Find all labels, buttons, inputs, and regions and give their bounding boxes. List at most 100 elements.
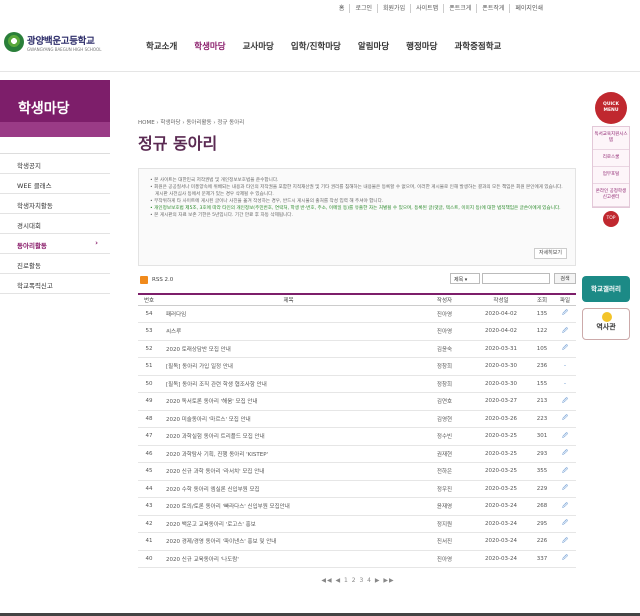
history-banner[interactable]: 역사관 (582, 308, 630, 340)
sidebar-item-notice[interactable]: 학생공지 (0, 154, 110, 174)
cell-author: 김영현 (417, 410, 472, 428)
cell-title[interactable]: 2020 과학탐사 기획, 진행 동아리 'KISTEP' (160, 445, 417, 463)
util-login-link[interactable]: 로그인 (349, 4, 377, 13)
cell-file[interactable]: 🖉 (554, 550, 576, 568)
sidebar-item-career[interactable]: 진로활동 (0, 254, 110, 274)
quick-item-portal[interactable]: 업무포털 (593, 167, 629, 184)
util-font-down-link[interactable]: 폰트작게 (476, 4, 509, 13)
util-font-up-link[interactable]: 폰트크게 (443, 4, 476, 13)
cell-number: 49 (138, 392, 160, 411)
util-home-link[interactable]: 홈 (334, 4, 350, 13)
table-row[interactable]: 42 2020 백운고 교육동아리 '로고스' 홍보 정지원 2020-03-24 29… (138, 515, 576, 533)
util-join-link[interactable]: 회원가입 (377, 4, 410, 13)
cell-title[interactable]: 패러다임 (160, 305, 417, 323)
sidebar-item-wee[interactable]: WEE 클래스 (0, 174, 110, 194)
cell-file[interactable]: - (554, 357, 576, 376)
cell-file[interactable]: 🖉 (554, 497, 576, 516)
cell-title[interactable]: [필독] 동아리 조직 관련 학생 협조사항 안내 (160, 375, 417, 393)
cell-title[interactable]: 2020 신규 교육동아리 '나도람' (160, 550, 417, 568)
table-row[interactable]: 46 2020 과학탐사 기획, 진행 동아리 'KISTEP' 권재현 2020-0… (138, 445, 576, 463)
cell-title[interactable]: 2020 미술동아리 '마르스' 모집 안내 (160, 410, 417, 428)
cell-title[interactable]: 2020 백운고 교육동아리 '로고스' 홍보 (160, 515, 417, 533)
nav-admin[interactable]: 행정마당 (406, 40, 437, 52)
cell-file[interactable]: - (554, 375, 576, 393)
quick-menu-list: 독서교육지원시스템 리로스쿨 업무포털 온라인 공정학생 신고센터 (592, 126, 630, 208)
table-row[interactable]: 44 2020 수학 동아리 엠실론 신입부원 모집 정우진 2020-03-25 22… (138, 480, 576, 498)
sidebar-item-violence-report[interactable]: 학교폭력신고 (0, 274, 110, 294)
main-nav: 학교소개 학생마당 교사마당 입학/진학마당 알림마당 행정마당 과학중점학교 (146, 40, 518, 52)
gallery-banner[interactable]: 학교갤러리 (582, 276, 630, 302)
sidebar-item-contest[interactable]: 경시대회 (0, 214, 110, 234)
cell-title[interactable]: 씨스루 (160, 322, 417, 341)
cell-title[interactable]: 2020 과학실험 동아리 트리플드 모집 안내 (160, 427, 417, 446)
cell-file[interactable]: 🖉 (554, 445, 576, 463)
rss-link[interactable]: RSS 2.0 (140, 276, 173, 284)
cell-date: 2020-03-24 (472, 550, 530, 568)
table-row[interactable]: 52 2020 토래상담반 모집 안내 김윤숙 2020-03-31 105 🖉 (138, 340, 576, 358)
nav-admission[interactable]: 입학/진학마당 (291, 40, 341, 52)
cell-title[interactable]: [필독] 동아리 가입 일정 안내 (160, 357, 417, 376)
cell-title[interactable]: 2020 독서토론 동아리 '해움' 모집 안내 (160, 392, 417, 411)
search-field-select[interactable]: 제목 ▾ (450, 273, 480, 284)
cell-file[interactable]: 🖉 (554, 392, 576, 411)
table-row[interactable]: 40 2020 신규 교육동아리 '나도람' 진아영 2020-03-24 337 🖉 (138, 550, 576, 568)
cell-views: 122 (530, 322, 554, 341)
table-row[interactable]: 54 패러다임 진아영 2020-04-02 135 🖉 (138, 305, 576, 323)
cell-views: 236 (530, 357, 554, 376)
table-row[interactable]: 41 2020 경제/경영 동아리 '파이낸스' 홍보 및 안내 진서진 2020-0… (138, 532, 576, 551)
cell-file[interactable]: 🖉 (554, 410, 576, 428)
util-sitemap-link[interactable]: 사이트맵 (410, 4, 443, 13)
breadcrumb: HOME › 학생마당 › 동아리활동 › 정규 동아리 (138, 120, 245, 126)
nav-notice[interactable]: 알림마당 (358, 40, 389, 52)
cell-title[interactable]: 2020 토래상담반 모집 안내 (160, 340, 417, 358)
cell-file[interactable]: 🖉 (554, 515, 576, 533)
cell-title[interactable]: 2020 토의/토론 동아리 '빠라다스' 신입부원 모집안내 (160, 497, 417, 516)
cell-title[interactable]: 2020 신규 과학 동아리 '라서치' 모집 안내 (160, 462, 417, 481)
sidebar-item-council[interactable]: 학생자치활동 (0, 194, 110, 214)
table-row[interactable]: 49 2020 독서토론 동아리 '해움' 모집 안내 김연호 2020-03-27 2… (138, 392, 576, 411)
table-row[interactable]: 43 2020 토의/토론 동아리 '빠라다스' 신입부원 모집안내 윤재영 2020… (138, 497, 576, 516)
quick-menu: QUICK MENU 독서교육지원시스템 리로스쿨 업무포털 온라인 공정학생 … (592, 92, 630, 227)
table-row[interactable]: 51 [필독] 동아리 가입 일정 안내 정창희 2020-03-30 236- (138, 357, 576, 376)
cell-file[interactable]: 🖉 (554, 340, 576, 358)
cell-number: 40 (138, 550, 160, 568)
util-print-link[interactable]: 페이지인쇄 (509, 4, 548, 13)
cell-title[interactable]: 2020 수학 동아리 엠실론 신입부원 모집 (160, 480, 417, 498)
nav-school-intro[interactable]: 학교소개 (146, 40, 177, 52)
cell-file[interactable]: 🖉 (554, 480, 576, 498)
cell-views: 301 (530, 427, 554, 446)
sidebar-item-label: 학교폭력신고 (17, 282, 53, 290)
quick-item-reading[interactable]: 독서교육지원시스템 (593, 127, 629, 150)
cell-file[interactable]: 🖉 (554, 427, 576, 446)
nav-teacher[interactable]: 교사마당 (243, 40, 274, 52)
nav-student[interactable]: 학생마당 (194, 40, 225, 52)
table-row[interactable]: 53 씨스루 진아영 2020-04-02 122 🖉 (138, 322, 576, 341)
cell-author: 진아영 (417, 305, 472, 323)
sidebar-menu: 학생공지 WEE 클래스 학생자치활동 경시대회 동아리활동 › 진로활동 학교폭… (0, 153, 110, 294)
nav-science[interactable]: 과학중점학교 (454, 40, 501, 52)
table-row[interactable]: 47 2020 과학실험 동아리 트리플드 모집 안내 정수빈 2020-03-25 3… (138, 427, 576, 446)
col-number: 번호 (138, 293, 160, 306)
sidebar-item-clubs[interactable]: 동아리활동 › (0, 234, 110, 254)
notice-more-button[interactable]: 자세히보기 (533, 248, 567, 259)
cell-number: 47 (138, 427, 160, 446)
pagination[interactable]: ◀◀ ◀ 1 2 3 4 ▶ ▶▶ (138, 577, 578, 584)
table-row[interactable]: 45 2020 신규 과학 동아리 '라서치' 모집 안내 전하은 2020-03-2… (138, 462, 576, 481)
school-logo[interactable]: 광양백운고등학교 GWANGYANG BAEGUN HIGH SCHOOL (4, 32, 101, 52)
cell-file[interactable]: 🖉 (554, 322, 576, 341)
scroll-top-button[interactable]: TOP (603, 211, 619, 227)
cell-file[interactable]: 🖉 (554, 305, 576, 323)
quick-menu-badge: QUICK MENU (595, 92, 627, 124)
cell-file[interactable]: 🖉 (554, 532, 576, 551)
search-button[interactable]: 검색 (554, 273, 576, 284)
col-author: 작성자 (417, 293, 472, 306)
search-input[interactable] (482, 273, 550, 284)
table-row[interactable]: 50 [필독] 동아리 조직 관련 학생 협조사항 안내 정창희 2020-03-30… (138, 375, 576, 393)
quick-item-report[interactable]: 온라인 공정학생 신고센터 (593, 184, 629, 207)
cell-views: 229 (530, 480, 554, 498)
sidebar-title-strip (0, 122, 110, 137)
quick-item-riroschool[interactable]: 리로스쿨 (593, 150, 629, 167)
cell-title[interactable]: 2020 경제/경영 동아리 '파이낸스' 홍보 및 안내 (160, 532, 417, 551)
cell-file[interactable]: 🖉 (554, 462, 576, 481)
table-row[interactable]: 48 2020 미술동아리 '마르스' 모집 안내 김영현 2020-03-26 223… (138, 410, 576, 428)
